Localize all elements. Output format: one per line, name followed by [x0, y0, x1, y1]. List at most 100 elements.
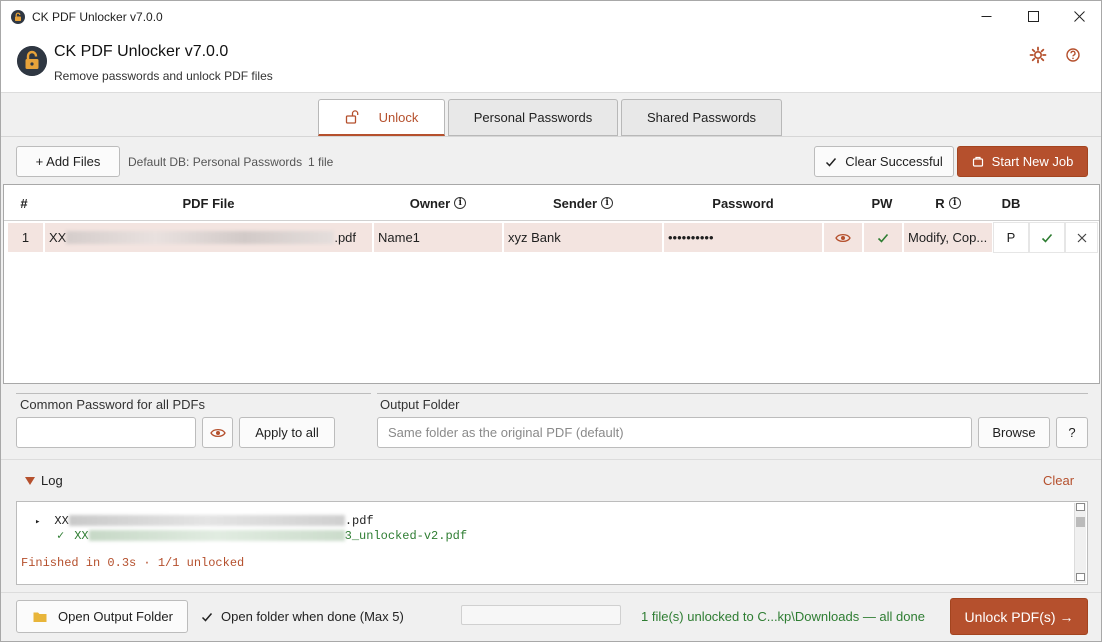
common-password-divider	[16, 393, 371, 394]
close-icon	[1073, 11, 1085, 22]
log-scrollbar[interactable]	[1074, 503, 1086, 583]
add-files-button[interactable]: + Add Files	[16, 146, 120, 177]
log-finished: Finished in 0.3s · 1/1 unlocked	[21, 556, 245, 570]
output-folder-divider	[377, 393, 1088, 394]
check-icon	[201, 612, 213, 622]
title-bar: CK PDF Unlocker v7.0.0	[1, 1, 1101, 32]
row-owner[interactable]: Name1	[373, 222, 503, 253]
common-password-label: Common Password for all PDFs	[20, 397, 205, 412]
app-title: CK PDF Unlocker v7.0.0	[54, 43, 229, 60]
col-r-label: R	[935, 195, 945, 211]
start-new-job-label: Start New Job	[991, 154, 1074, 169]
log-title-label: Log	[41, 473, 63, 488]
open-output-folder-label: Open Output Folder	[58, 609, 173, 624]
log-line1-suffix: .pdf	[344, 514, 374, 528]
row-save-button[interactable]	[1029, 222, 1065, 253]
table-header: # PDF File Owner i Sender i Password PW Ri…	[4, 185, 1099, 221]
row-pdf-file: XX .pdf	[44, 222, 373, 253]
tab-unlock[interactable]: Unlock	[318, 99, 445, 136]
apply-to-all-button[interactable]: Apply to all	[239, 417, 335, 448]
eye-icon	[209, 428, 226, 437]
lock-icon	[17, 46, 47, 76]
tab-shared-passwords[interactable]: Shared Passwords	[621, 99, 782, 136]
app-window: CK PDF Unlocker v7.0.0 CK PDF Unlocker v…	[0, 0, 1102, 642]
row-remove-button[interactable]	[1065, 222, 1098, 253]
default-db-label: Default DB: Personal Passwords	[128, 155, 303, 169]
open-output-folder-button[interactable]: Open Output Folder	[16, 600, 188, 633]
col-r[interactable]: Ri	[903, 185, 993, 221]
col-pdf-file: PDF File	[182, 195, 235, 211]
col-owner-label: Owner	[409, 195, 451, 211]
log-toggle[interactable]: Log	[25, 473, 63, 488]
gear-icon[interactable]	[1029, 46, 1047, 64]
check-icon: ✓	[57, 529, 65, 543]
footer-divider	[1, 592, 1101, 593]
common-password-input[interactable]	[16, 417, 196, 448]
minimize-icon	[981, 16, 991, 17]
col-owner[interactable]: Owner i	[373, 185, 503, 221]
tab-shared-passwords-label: Shared Passwords	[646, 110, 757, 125]
maximize-button[interactable]	[1010, 1, 1056, 32]
start-new-job-button[interactable]: Start New Job	[957, 146, 1088, 177]
status-text: 1 file(s) unlocked to C...kp\Downloads —…	[641, 609, 925, 624]
tab-unlock-label: Unlock	[378, 109, 419, 125]
close-icon	[1077, 233, 1086, 242]
folder-icon	[33, 612, 47, 622]
col-sender[interactable]: Sender i	[503, 185, 663, 221]
files-table: # PDF File Owner i Sender i Password PW Ri…	[3, 184, 1100, 384]
maximize-icon	[1027, 11, 1039, 22]
eye-icon	[835, 233, 851, 242]
col-num: #	[20, 195, 28, 211]
redacted-filename	[88, 530, 345, 542]
redacted-filename	[68, 515, 345, 527]
window-title: CK PDF Unlocker v7.0.0	[32, 9, 163, 24]
help-icon[interactable]	[1064, 46, 1082, 64]
output-folder-input[interactable]: Same folder as the original PDF (default…	[377, 417, 972, 448]
col-sender-label: Sender	[552, 195, 598, 211]
caret-down-icon	[25, 477, 35, 485]
row-db[interactable]: P	[993, 222, 1029, 253]
check-icon	[826, 157, 837, 167]
pdf-name-prefix: XX	[49, 230, 67, 245]
close-window-button[interactable]	[1056, 1, 1101, 32]
tab-divider	[1, 136, 1101, 137]
row-password[interactable]: ••••••••••	[663, 222, 823, 253]
output-help-button[interactable]: ?	[1056, 417, 1088, 448]
log-panel[interactable]: ▸ XX .pdf ✓ XX 3_unlocked-v2.pdf Finished in…	[16, 501, 1088, 585]
log-divider	[1, 459, 1101, 460]
col-db: DB	[1001, 195, 1021, 211]
browse-button[interactable]: Browse	[978, 417, 1050, 448]
check-icon	[877, 233, 889, 243]
unlock-pdfs-button[interactable]: Unlock PDF(s) →	[950, 598, 1088, 635]
reveal-common-password-button[interactable]	[202, 417, 233, 448]
redacted-filename	[66, 231, 335, 244]
lock-icon	[11, 9, 25, 24]
scroll-thumb[interactable]	[1076, 517, 1085, 527]
clear-successful-button[interactable]: Clear Successful	[814, 146, 954, 177]
pdf-name-suffix: .pdf	[334, 230, 357, 245]
scroll-up-arrow[interactable]	[1076, 503, 1085, 511]
reveal-password-button[interactable]	[823, 222, 863, 253]
row-pw-status	[863, 222, 903, 253]
open-folder-when-done-checkbox[interactable]: Open folder when done (Max 5)	[201, 609, 404, 624]
scroll-down-arrow[interactable]	[1076, 573, 1085, 581]
tab-personal-passwords[interactable]: Personal Passwords	[448, 99, 618, 136]
row-restrictions: Modify, Cop...	[903, 222, 993, 253]
open-folder-when-done-label: Open folder when done (Max 5)	[221, 609, 404, 624]
row-sender[interactable]: xyz Bank	[503, 222, 663, 253]
new-job-icon	[972, 156, 983, 167]
bullet-icon: ▸	[35, 517, 41, 527]
clear-successful-label: Clear Successful	[845, 154, 943, 169]
app-subtitle: Remove passwords and unlock PDF files	[54, 69, 273, 83]
log-clear-button[interactable]: Clear	[1043, 473, 1074, 488]
info-icon: i	[454, 197, 467, 209]
file-count: 1 file	[308, 155, 334, 169]
minimize-button[interactable]	[963, 1, 1009, 32]
table-row[interactable]: 1 XX .pdf Name1 xyz Bank •••••••••• Modif…	[4, 222, 1099, 253]
log-line1-prefix: XX	[54, 514, 69, 528]
log-line-result: ✓ XX 3_unlocked-v2.pdf	[57, 528, 467, 543]
check-icon	[1041, 233, 1053, 243]
row-num: 1	[7, 222, 44, 253]
col-password: Password	[712, 195, 774, 211]
tab-personal-passwords-label: Personal Passwords	[473, 110, 593, 125]
